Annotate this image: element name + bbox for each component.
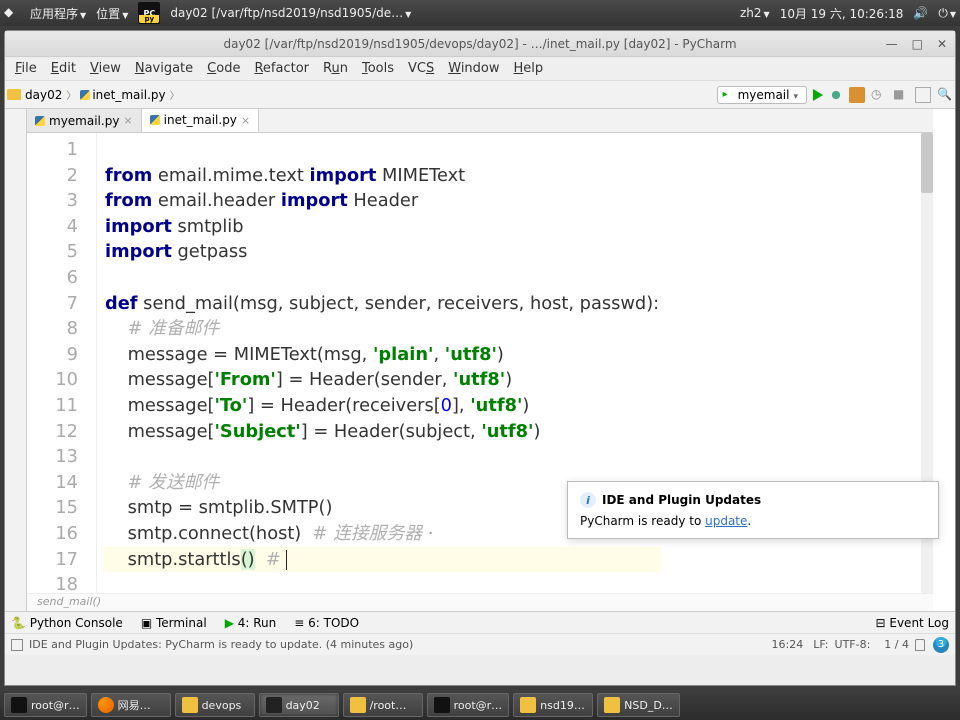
chevron-right-icon: 〉 (170, 87, 180, 102)
python-file-icon (80, 90, 90, 100)
lock-icon[interactable] (915, 639, 925, 651)
gutter[interactable]: 12 34 56 78 910 1112 1314 1516 1718 19 ▶ (27, 133, 97, 593)
power-icon[interactable]: ⏻▼ (938, 6, 956, 21)
status-time: 16:24 (772, 638, 804, 651)
run-tab[interactable]: ▶ 4: Run (225, 616, 277, 630)
scrollbar-thumb[interactable] (921, 133, 933, 193)
breadcrumb-root[interactable]: day02 (25, 88, 62, 102)
folder-icon (182, 697, 198, 713)
close-icon[interactable]: × (241, 114, 250, 127)
python-file-icon (35, 116, 45, 126)
maximize-button[interactable]: □ (912, 37, 923, 51)
folder-icon (604, 697, 620, 713)
coverage-icon[interactable] (849, 87, 865, 103)
menu-code[interactable]: Code (201, 59, 246, 78)
stop-button[interactable]: ■ (893, 87, 909, 103)
task-folder-nsd19[interactable]: nsd19… (513, 693, 593, 717)
chevron-right-icon: 〉 (66, 87, 76, 102)
status-bar: IDE and Plugin Updates: PyCharm is ready… (5, 633, 955, 655)
gnome-icon: ◆ (4, 5, 20, 21)
pycharm-window: day02 [/var/ftp/nsd2019/nsd1905/devops/d… (4, 30, 956, 686)
menu-bar: File Edit View Navigate Code Refactor Ru… (5, 57, 955, 81)
task-firefox[interactable]: 网易… (91, 693, 171, 717)
terminal-icon (11, 697, 27, 713)
menu-edit[interactable]: Edit (45, 59, 82, 78)
places-menu[interactable]: 位置▼ (96, 5, 128, 22)
popup-title: IDE and Plugin Updates (602, 493, 761, 507)
menu-vcs[interactable]: VCS (402, 59, 440, 78)
tab-myemail[interactable]: myemail.py × (27, 109, 142, 132)
task-terminal-1[interactable]: root@r… (4, 693, 87, 717)
close-button[interactable]: ✕ (937, 37, 947, 51)
volume-icon[interactable]: 🔊 (913, 6, 928, 20)
hector-icon[interactable]: 3 (933, 637, 949, 653)
folder-icon (350, 697, 366, 713)
debug-button[interactable] (829, 88, 843, 102)
menu-refactor[interactable]: Refactor (248, 59, 315, 78)
task-terminal-2[interactable]: root@r… (427, 693, 510, 717)
desktop-top-panel: ◆ 应用程序▼ 位置▼ PCpy day02 [/var/ftp/nsd2019… (0, 0, 960, 26)
status-line-sep[interactable]: LF: (813, 638, 828, 651)
menu-help[interactable]: Help (508, 59, 550, 78)
task-folder-root[interactable]: /root… (343, 693, 423, 717)
folder-icon (7, 89, 21, 100)
folder-icon (520, 697, 536, 713)
todo-tab[interactable]: ≡ 6: TODO (294, 616, 359, 630)
firefox-icon (98, 697, 114, 713)
status-position: 1 / 4 (884, 638, 909, 651)
tab-inet-mail[interactable]: inet_mail.py × (142, 109, 260, 132)
update-link[interactable]: update (705, 514, 747, 528)
status-message: IDE and Plugin Updates: PyCharm is ready… (29, 638, 413, 651)
code-breadcrumb[interactable]: send_mail() (27, 593, 933, 611)
app-menu[interactable]: day02 [/var/ftp/nsd2019/nsd1905/de…▼ (170, 6, 411, 20)
tool-window-toggle-icon[interactable] (11, 639, 23, 651)
pycharm-taskbar-icon: PCpy (138, 2, 160, 24)
menu-file[interactable]: File (9, 59, 43, 78)
pycharm-icon (266, 697, 282, 713)
task-folder-devops[interactable]: devops (175, 693, 255, 717)
window-titlebar[interactable]: day02 [/var/ftp/nsd2019/nsd1905/devops/d… (5, 31, 955, 57)
search-icon[interactable]: 🔍 (937, 87, 953, 103)
event-log-tab[interactable]: ⊟ Event Log (876, 616, 950, 630)
navigation-bar: day02 〉 inet_mail.py 〉 myemail ◷ ■ 🔍 (5, 81, 955, 109)
editor-tabs: myemail.py × inet_mail.py × (27, 109, 933, 133)
menu-window[interactable]: Window (442, 59, 505, 78)
minimize-button[interactable]: — (886, 37, 898, 51)
terminal-icon (434, 697, 450, 713)
profile-icon[interactable]: ◷ (871, 87, 887, 103)
menu-tools[interactable]: Tools (356, 59, 400, 78)
layout-icon[interactable] (915, 87, 931, 103)
close-icon[interactable]: × (123, 114, 132, 127)
info-icon: i (580, 492, 596, 508)
bottom-tool-stripe: 🐍 Python Console ▣ Terminal ▶ 4: Run ≡ 6… (5, 611, 955, 633)
applications-menu[interactable]: 应用程序▼ (30, 5, 86, 22)
clock[interactable]: 10月 19 六, 10:26:18 (780, 5, 904, 22)
status-encoding[interactable]: UTF-8: (835, 638, 871, 651)
input-method-indicator[interactable]: zh2▼ (740, 6, 770, 20)
menu-view[interactable]: View (84, 59, 127, 78)
menu-navigate[interactable]: Navigate (129, 59, 199, 78)
window-title: day02 [/var/ftp/nsd2019/nsd1905/devops/d… (223, 37, 736, 51)
menu-run[interactable]: Run (317, 59, 354, 78)
run-button[interactable] (813, 89, 823, 101)
python-console-tab[interactable]: 🐍 Python Console (11, 616, 123, 630)
python-file-icon (150, 115, 160, 125)
left-tool-stripe[interactable] (5, 109, 27, 611)
task-folder-nsdd[interactable]: NSD_D… (597, 693, 680, 717)
task-pycharm[interactable]: day02 (259, 693, 339, 717)
update-notification: i IDE and Plugin Updates PyCharm is read… (567, 481, 939, 539)
desktop-taskbar: root@r… 网易… devops day02 /root… root@r… … (0, 690, 960, 720)
run-configuration-selector[interactable]: myemail (717, 86, 807, 104)
terminal-tab[interactable]: ▣ Terminal (141, 616, 207, 630)
breadcrumb-file[interactable]: inet_mail.py (92, 88, 165, 102)
popup-message: PyCharm is ready to update. (580, 514, 926, 528)
